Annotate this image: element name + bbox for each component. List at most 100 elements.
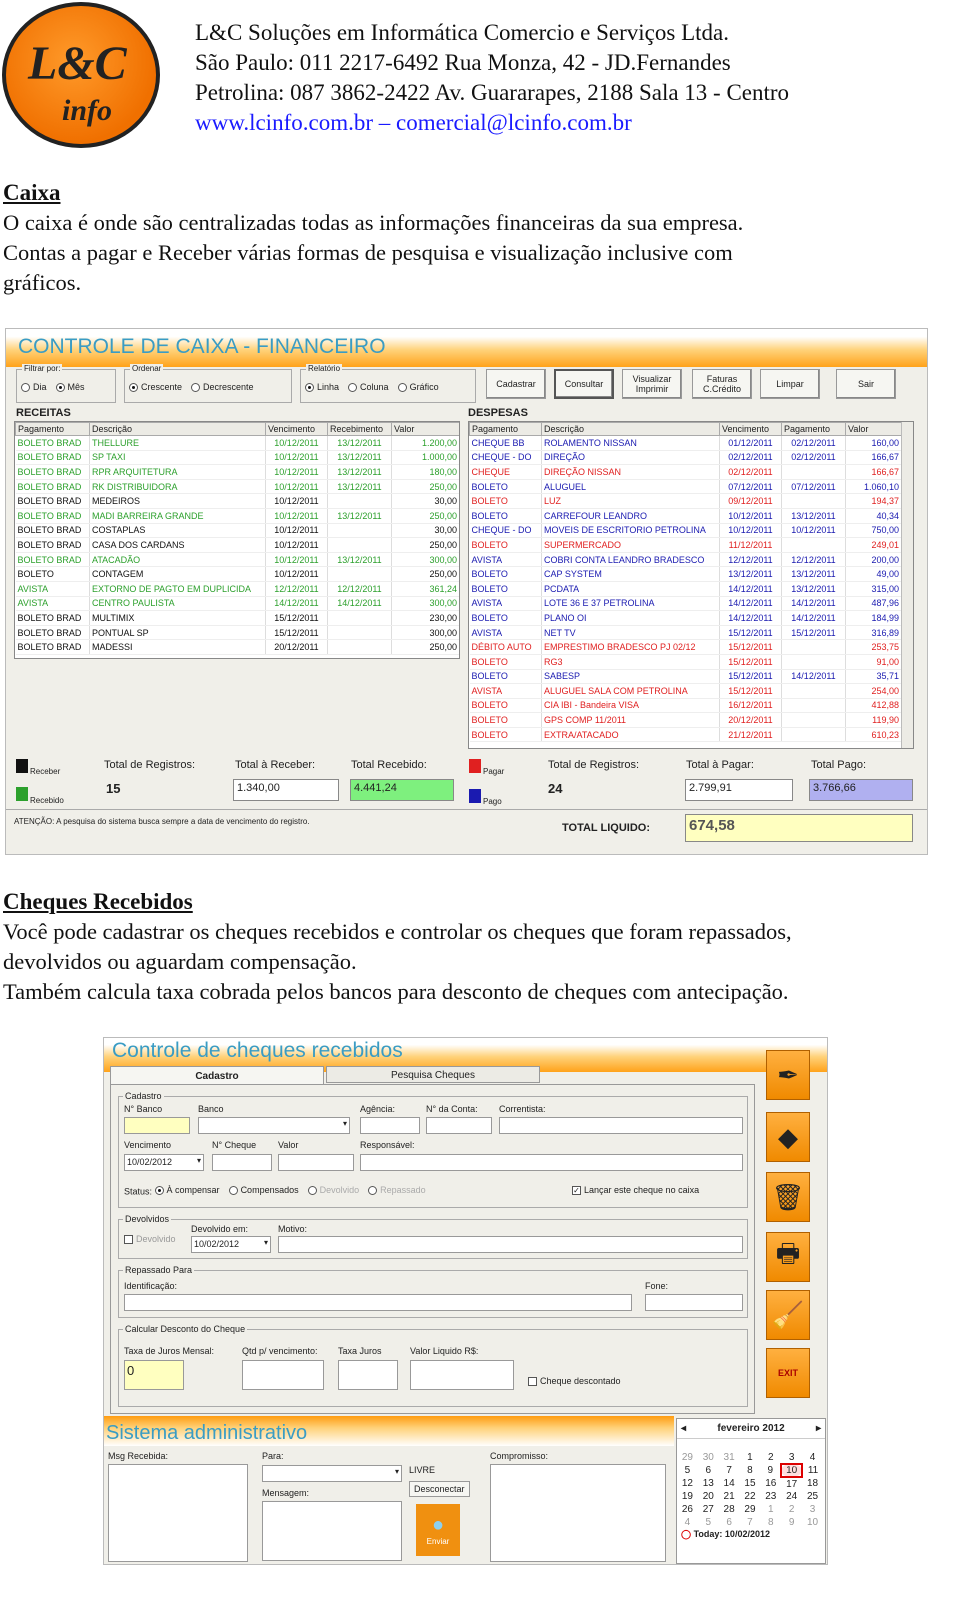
identificacao-input[interactable] [124, 1294, 632, 1311]
table-row[interactable]: BOLETO BRAD CASA DOS CARDANS 10/12/2011 250… [15, 537, 459, 553]
calendar-day[interactable]: 3 [781, 1451, 802, 1464]
table-row[interactable]: BOLETO BRAD ATACADÃO 10/12/2011 13/12/2011 3… [15, 552, 459, 568]
table-row[interactable]: BOLETO BRAD THELLURE 10/12/2011 13/12/2011 1… [15, 435, 459, 451]
vencimento-date[interactable]: 10/02/2012 ▾ [124, 1154, 204, 1171]
calendar-day[interactable]: 7 [719, 1464, 740, 1477]
table-row[interactable]: BOLETO BRAD MADESSI 20/12/2011 250,00 [15, 639, 459, 655]
table-row[interactable]: CHEQUE - DO MOVEIS DE ESCRITORIO PETROLIN… [469, 523, 902, 539]
calendar-day[interactable]: 23 [760, 1490, 781, 1503]
calendar-day[interactable]: 27 [698, 1503, 719, 1516]
calendar-today[interactable]: ◯ Today: 10/02/2012 [677, 1529, 825, 1540]
correntista-input[interactable] [499, 1117, 743, 1134]
tab-cadastro[interactable]: Cadastro [110, 1066, 324, 1085]
calendar-day[interactable]: 16 [760, 1477, 781, 1490]
para-select[interactable]: ▾ [262, 1465, 402, 1482]
sair-button[interactable]: Sair [836, 369, 896, 399]
valor-input[interactable] [278, 1154, 354, 1171]
calendar-day[interactable]: 1 [760, 1503, 781, 1516]
responsavel-input[interactable] [360, 1154, 743, 1171]
lancar-checkbox[interactable]: ✓ Lançar este cheque no caixa [572, 1185, 699, 1196]
devolvido-checkbox[interactable]: Devolvido [124, 1234, 176, 1245]
table-row[interactable]: BOLETO CONTAGEM 10/12/2011 250,00 [15, 566, 459, 582]
calendar-day[interactable]: 4 [677, 1516, 698, 1529]
fone-input[interactable] [645, 1294, 743, 1311]
calendar-day[interactable]: 12 [677, 1477, 698, 1490]
status-radio[interactable]: Repassado [368, 1185, 426, 1195]
column-header[interactable]: Descrição [541, 422, 720, 436]
calendar-day[interactable]: 10 [780, 1463, 804, 1478]
column-header[interactable]: Recebimento [327, 422, 392, 436]
table-row[interactable]: AVISTA LOTE 36 E 37 PETROLINA 14/12/2011 14… [469, 596, 902, 612]
table-row[interactable]: AVISTA ALUGUEL SALA COM PETROLINA 15/12/20… [469, 683, 902, 699]
calendar-day[interactable]: 2 [781, 1503, 802, 1516]
radio-dia[interactable]: Dia [21, 382, 47, 392]
status-radio[interactable]: Compensados [228, 1185, 299, 1195]
radio-crescente[interactable]: Crescente [129, 382, 182, 392]
calendar-day[interactable]: 9 [781, 1516, 802, 1529]
table-row[interactable]: BOLETO BRAD RPR ARQUITETURA 10/12/2011 13/1… [15, 464, 459, 480]
prev-month-button[interactable]: ◂ [681, 1423, 686, 1434]
calendar-day[interactable]: 17 [781, 1477, 802, 1490]
faturas-c-cr-dito-button[interactable]: Faturas C.Crédito [692, 369, 752, 399]
compromisso-area[interactable] [490, 1464, 666, 1562]
table-row[interactable]: BOLETO PLANO OI 14/12/2011 14/12/2011 184,99 [469, 610, 902, 626]
calendar-day[interactable]: 18 [802, 1477, 823, 1490]
devolvido-date[interactable]: 10/02/2012 ▾ [191, 1236, 271, 1253]
status-radio[interactable]: Devolvido [307, 1185, 359, 1195]
enviar-button[interactable]: ● Enviar [416, 1504, 460, 1556]
table-row[interactable]: BOLETO RG3 15/12/2011 91,00 [469, 654, 902, 670]
calendar-day[interactable]: 13 [698, 1477, 719, 1490]
n-banco-input[interactable] [124, 1117, 190, 1134]
calendar-day[interactable]: 29 [677, 1451, 698, 1464]
calendar-day[interactable]: 29 [740, 1503, 761, 1516]
calendar-day[interactable]: 3 [802, 1503, 823, 1516]
calendar-day[interactable]: 1 [740, 1451, 761, 1464]
radio-coluna[interactable]: Coluna [348, 382, 389, 392]
table-row[interactable]: BOLETO BRAD RK DISTRIBUIDORA 10/12/2011 13/… [15, 479, 459, 495]
calendar-day[interactable]: 11 [802, 1464, 823, 1477]
table-row[interactable]: DÉBITO AUTO EMPRESTIMO BRADESCO PJ 02/12 1… [469, 639, 902, 655]
calendar-day[interactable]: 21 [719, 1490, 740, 1503]
conta-input[interactable] [426, 1117, 492, 1134]
table-row[interactable]: AVISTA NET TV 15/12/2011 15/12/2011 316,89 [469, 625, 902, 641]
table-row[interactable]: CHEQUE BB ROLAMENTO NISSAN 01/12/2011 02/12… [469, 435, 902, 451]
table-row[interactable]: BOLETO PCDATA 14/12/2011 13/12/2011 315,00 [469, 581, 902, 597]
table-row[interactable]: BOLETO CAP SYSTEM 13/12/2011 13/12/2011 49,0… [469, 566, 902, 582]
calendar-day[interactable]: 7 [740, 1516, 761, 1529]
cadastrar-button[interactable]: Cadastrar [486, 369, 546, 399]
printer-icon[interactable]: 🖶 [766, 1232, 810, 1282]
column-header[interactable]: Vencimento [265, 422, 328, 436]
table-row[interactable]: BOLETO BRAD COSTAPLAS 10/12/2011 30,00 [15, 523, 459, 539]
desconectar-button[interactable]: Desconectar [409, 1481, 470, 1497]
calendar-day[interactable]: 22 [740, 1490, 761, 1503]
scrollbar[interactable] [901, 422, 913, 748]
tab-pesquisa-cheques[interactable]: Pesquisa Cheques [326, 1066, 540, 1083]
banco-select[interactable]: ▾ [198, 1117, 350, 1134]
trash-icon[interactable]: 🗑 [766, 1172, 810, 1222]
despesas-table[interactable]: Pagamento Descrição Vencimento Pagamento Val… [468, 421, 914, 749]
table-row[interactable]: BOLETO BRAD SP TAXI 10/12/2011 13/12/2011 1.… [15, 450, 459, 466]
calendar-day[interactable]: 31 [719, 1451, 740, 1464]
table-row[interactable]: BOLETO BRAD PONTUAL SP 15/12/2011 300,00 [15, 625, 459, 641]
calendar-day[interactable]: 30 [698, 1451, 719, 1464]
table-row[interactable]: CHEQUE - DO DIREÇÃO 02/12/2011 02/12/2011 16… [469, 450, 902, 466]
mensagem-area[interactable] [262, 1501, 402, 1561]
n-cheque-input[interactable] [212, 1154, 272, 1171]
calendar-day[interactable]: 6 [698, 1464, 719, 1477]
pen-icon[interactable]: ✒ [766, 1050, 810, 1100]
qtd-vencimento-input[interactable] [242, 1360, 324, 1390]
radio-linha[interactable]: Linha [305, 382, 339, 392]
calendar-day[interactable]: 8 [740, 1464, 761, 1477]
calendar-day[interactable]: 5 [698, 1516, 719, 1529]
calendar-day[interactable]: 24 [781, 1490, 802, 1503]
table-row[interactable]: BOLETO ALUGUEL 07/12/2011 07/12/2011 1.060,1… [469, 479, 902, 495]
table-row[interactable]: CHEQUE DIREÇÃO NISSAN 02/12/2011 166,67 [469, 464, 902, 480]
calendar-day[interactable]: 9 [760, 1464, 781, 1477]
receitas-table[interactable]: Pagamento Descrição Vencimento Recebimento V… [14, 421, 460, 659]
table-row[interactable]: BOLETO LUZ 09/12/2011 194,37 [469, 493, 902, 509]
column-header[interactable]: Vencimento [719, 422, 782, 436]
table-row[interactable]: BOLETO BRAD MADI BARREIRA GRANDE 10/12/201… [15, 508, 459, 524]
column-header[interactable]: Valor [845, 422, 902, 436]
calendar-day[interactable]: 8 [760, 1516, 781, 1529]
company-web[interactable]: www.lcinfo.com.br – comercial@lcinfo.com… [195, 108, 789, 138]
